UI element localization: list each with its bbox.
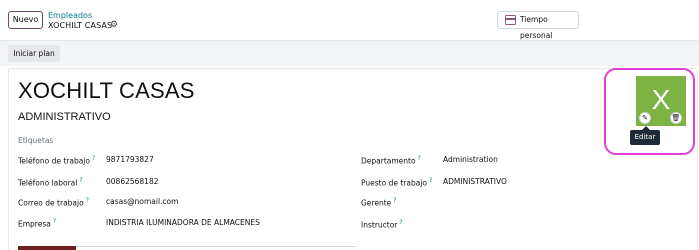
calendar-icon [505, 15, 516, 25]
job-position-label: Puesto de trabajo? [361, 177, 433, 188]
employee-job-title[interactable]: ADMINISTRATIVO [18, 111, 111, 123]
edit-tooltip: Editar [630, 126, 660, 145]
department-label: Departamento? [361, 155, 421, 166]
coach-input[interactable] [443, 219, 593, 229]
breadcrumb-current: XOCHILT CASAS [48, 21, 113, 30]
breadcrumb-parent-link[interactable]: Empleados [48, 11, 92, 20]
trash-icon[interactable]: 🗑 [670, 112, 682, 124]
tab-active[interactable] [18, 246, 76, 250]
time-off-button[interactable]: Tiempo personal [497, 11, 579, 40]
new-button[interactable]: Nuevo [8, 11, 43, 29]
coach-label: Instructor? [361, 219, 403, 230]
action-bar: Iniciar plan [0, 41, 699, 66]
work-phone-label: Teléfono de trabajo? [18, 155, 96, 166]
manager-label: Gerente? [361, 197, 397, 208]
control-panel: Nuevo Empleados XOCHILT CASAS ⚙ Tiempo p… [0, 0, 699, 41]
work-email-label: Correo de trabajo? [18, 197, 89, 208]
employee-name[interactable]: XOCHILT CASAS [18, 78, 195, 104]
mobile-phone-value[interactable]: 00862568182 [106, 177, 159, 186]
gear-icon[interactable]: ⚙ [110, 20, 118, 30]
work-email-value[interactable]: casas@nomail.com [106, 197, 178, 206]
department-value[interactable]: Administration [443, 155, 498, 164]
mobile-phone-label: Teléfono laboral? [18, 177, 83, 188]
tags-input[interactable]: Etiquetas [18, 136, 53, 145]
start-plan-button[interactable]: Iniciar plan [8, 45, 60, 62]
time-off-button-label: Tiempo personal [520, 15, 553, 40]
work-phone-value[interactable]: 9871793827 [106, 155, 154, 164]
manager-input[interactable] [443, 197, 593, 207]
job-position-value[interactable]: ADMINISTRATIVO [443, 177, 507, 186]
pencil-icon[interactable]: ✎ [639, 112, 651, 124]
company-label: Empresa? [18, 218, 57, 229]
company-value[interactable]: INDISTRIA ILUMINADORA DE ALMACENES [106, 218, 260, 227]
